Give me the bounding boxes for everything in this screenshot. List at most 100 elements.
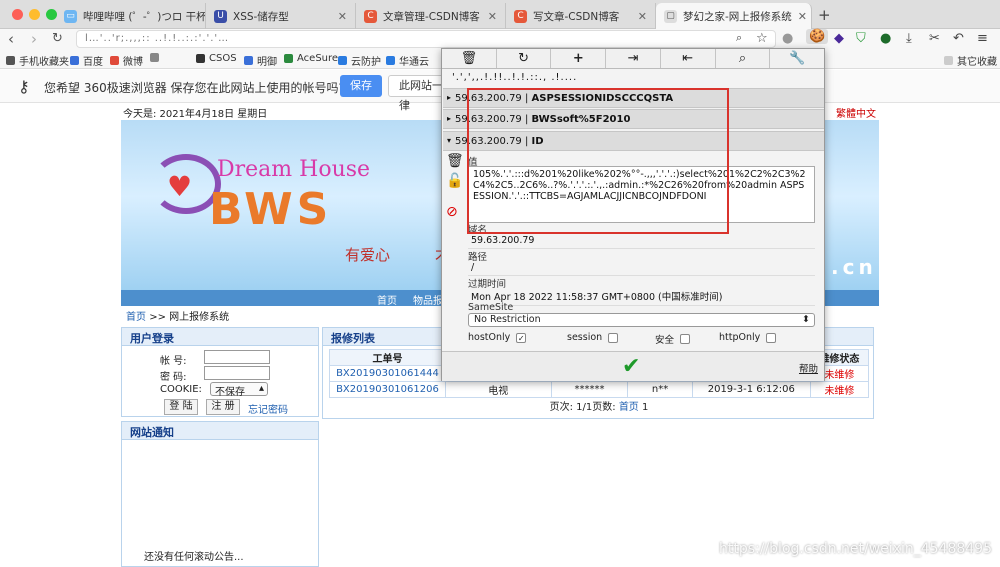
session-option[interactable]: session xyxy=(567,332,619,343)
ticket-id[interactable]: BX20190301061444 xyxy=(329,365,446,382)
bookmark-icon xyxy=(386,56,395,65)
navigation-bar: ‹ › ↻ l…'..'r;.,,,:: ..!.!..:.:'.'.'… ⌕ … xyxy=(0,29,1000,49)
today-date: 今天是: 2021年4月18日 星期日 xyxy=(123,109,268,120)
never-save-button[interactable]: 此网站一律 xyxy=(388,75,448,112)
bookmark-item[interactable] xyxy=(150,53,163,62)
session-checkbox[interactable] xyxy=(608,332,619,343)
cookie-select[interactable]: 不保存 ▴ xyxy=(210,382,268,398)
cookie-domain-header: '.',',,.!.!!..!.!.::., .!.... xyxy=(452,72,578,83)
tab-xss[interactable]: U XSS-储存型 ✕ xyxy=(206,3,356,29)
forward-icon[interactable]: › xyxy=(31,30,37,48)
bookmark-item[interactable]: 云防护 xyxy=(338,53,381,68)
samesite-value: No Restriction xyxy=(474,314,541,325)
shield-icon[interactable]: ⛉ xyxy=(856,31,866,46)
scissors-icon[interactable]: ✂ xyxy=(929,31,940,46)
help-link[interactable]: 帮助 xyxy=(799,361,818,375)
close-icon[interactable]: ✕ xyxy=(632,10,647,23)
import-icon[interactable]: ⇥ xyxy=(606,49,661,68)
gem-icon[interactable]: ◆ xyxy=(834,31,844,46)
search-icon[interactable]: ⌕ xyxy=(716,49,771,68)
httponly-checkbox[interactable] xyxy=(766,332,777,343)
secure-option[interactable]: 安全 xyxy=(655,332,691,346)
pager-number[interactable]: 1 xyxy=(642,402,648,413)
tab-bilibili[interactable]: ▭ 哔哩哔哩 (゜-゜)つロ 干杯~-… ✕ xyxy=(56,3,206,29)
menu-icon[interactable]: ≡ xyxy=(977,31,988,46)
table-row: BX20190301061206 电视 ****** n** 2019-3-1 … xyxy=(329,381,870,398)
back-icon[interactable]: ‹ xyxy=(8,30,14,48)
ticket-id[interactable]: BX20190301061206 xyxy=(329,381,446,398)
block-icon[interactable]: ⊘ xyxy=(446,204,458,220)
close-icon[interactable]: ✕ xyxy=(482,10,497,23)
star-icon[interactable]: ☆ xyxy=(756,31,768,46)
bookmark-item[interactable]: AceSure xyxy=(284,53,338,64)
reload-icon[interactable]: ↻ xyxy=(52,31,63,46)
hostonly-checkbox[interactable]: ✓ xyxy=(516,332,527,343)
hostonly-option[interactable]: hostOnly ✓ xyxy=(468,332,527,343)
register-button[interactable]: 注 册 xyxy=(206,399,240,415)
refresh-icon[interactable]: ↻ xyxy=(497,49,552,68)
new-tab-button[interactable]: + xyxy=(818,6,831,24)
forgot-password-link[interactable]: 忘记密码 xyxy=(248,401,288,416)
extension-icon[interactable]: ● xyxy=(880,31,891,46)
expires-input[interactable]: Mon Apr 18 2022 11:58:37 GMT+0800 (中国标准时… xyxy=(468,289,815,306)
bookmark-label: 手机收藏夹 xyxy=(19,57,69,68)
bookmark-item[interactable]: 华通云 xyxy=(386,53,429,68)
password-input[interactable] xyxy=(204,366,270,380)
secure-checkbox[interactable] xyxy=(680,334,691,344)
delete-cookie-icon[interactable]: 🗑 xyxy=(446,153,464,169)
wrench-icon[interactable]: 🔧 xyxy=(770,49,824,68)
bookmark-item[interactable]: 百度 xyxy=(70,53,103,68)
tab-csdn-write[interactable]: C 写文章-CSDN博客 ✕ xyxy=(506,3,656,29)
plus-icon[interactable]: + xyxy=(551,49,607,68)
trash-icon[interactable]: 🗑 xyxy=(442,49,497,68)
bookmark-item[interactable]: 手机收藏夹 xyxy=(6,53,69,68)
close-icon[interactable]: ✕ xyxy=(792,10,807,23)
export-icon[interactable]: ⇤ xyxy=(661,49,716,68)
bookmark-icon xyxy=(150,53,159,62)
traditional-chinese-link[interactable]: 繁體中文 xyxy=(836,105,876,120)
login-button[interactable]: 登 陆 xyxy=(164,399,198,415)
breadcrumb-home[interactable]: 首页 xyxy=(126,312,146,323)
address-text: l…'..'r;.,,,:: ..!.!..:.:'.'.'… xyxy=(85,33,230,44)
ticket-user: n** xyxy=(627,381,693,398)
bookmark-label: 明御 xyxy=(257,57,277,68)
address-bar[interactable]: l…'..'r;.,,,:: ..!.!..:.:'.'.'… xyxy=(76,30,776,48)
samesite-select[interactable]: No Restriction ⬍ xyxy=(468,313,815,327)
other-bookmarks[interactable]: 其它收藏 xyxy=(944,53,997,68)
save-password-button[interactable]: 保存 xyxy=(340,75,382,97)
session-label: session xyxy=(567,332,603,343)
httponly-option[interactable]: httpOnly xyxy=(719,332,777,343)
path-label: 路径 xyxy=(468,252,488,263)
bookmark-item[interactable]: 明御 xyxy=(244,53,277,68)
menu-home[interactable]: 首页 xyxy=(377,292,397,307)
bookmark-item[interactable]: CSOS xyxy=(196,53,237,64)
bookmark-label: AceSure xyxy=(297,53,339,64)
password-save-message: 您希望 360极速浏览器 保存您在此网站上使用的帐号吗? xyxy=(44,81,345,95)
close-icon[interactable]: ✕ xyxy=(332,10,347,23)
unlock-icon[interactable]: 🔓 xyxy=(446,173,463,189)
download-icon[interactable]: ⤓ xyxy=(906,31,912,46)
bookmark-label: 华通云 xyxy=(399,57,429,68)
tab-csdn-manage[interactable]: C 文章管理-CSDN博客 ✕ xyxy=(356,3,506,29)
tab-dream-house[interactable]: ▢ 梦幻之家-网上报修系统 ✕ xyxy=(656,3,812,29)
bookmark-item[interactable]: 微博 xyxy=(110,53,143,68)
undo-icon[interactable]: ↶ xyxy=(953,31,964,46)
zoom-icon[interactable]: ⌕ xyxy=(736,31,742,45)
pager-first-link[interactable]: 首页 xyxy=(619,402,639,413)
path-input[interactable]: / xyxy=(468,262,815,276)
httponly-label: httpOnly xyxy=(719,332,761,343)
minimize-window-button[interactable] xyxy=(29,9,40,20)
cookie-select-value: 不保存 xyxy=(215,387,245,398)
breadcrumb-separator: >> xyxy=(149,312,166,323)
collapse-arrow-icon: ▾ xyxy=(447,136,452,145)
extension-icon[interactable]: ● xyxy=(782,31,793,46)
menu-items[interactable]: 物品报 xyxy=(413,292,443,307)
close-window-button[interactable] xyxy=(12,9,23,20)
bookmark-icon xyxy=(284,54,293,63)
account-input[interactable] xyxy=(204,350,270,364)
notice-title: 网站通知 xyxy=(122,422,318,440)
bookmark-icon xyxy=(244,56,253,65)
confirm-check-icon[interactable]: ✔ xyxy=(622,354,640,379)
domain-input[interactable]: 59.63.200.79 xyxy=(468,235,815,249)
cookie-editor-icon[interactable]: 🍪 xyxy=(806,29,829,44)
